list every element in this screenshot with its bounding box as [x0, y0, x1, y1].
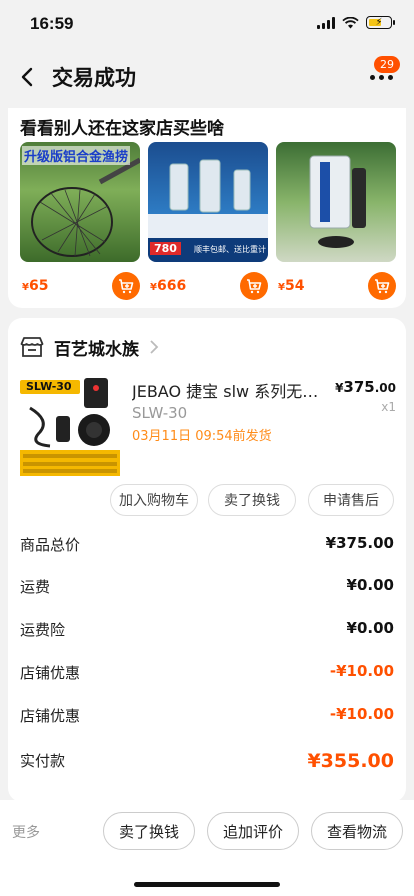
add-to-cart-button[interactable] [368, 272, 396, 300]
more-link[interactable]: 更多 [12, 822, 40, 842]
home-indicator[interactable] [134, 882, 280, 887]
cart-icon [247, 279, 262, 294]
summary-value: -¥10.00 [329, 662, 394, 680]
summary-row-shipping-insurance: 运费险 ¥0.00 [20, 619, 394, 643]
nav-bar: 交易成功 29 [0, 48, 414, 106]
recommend-item[interactable]: 780 顺丰包邮、送比重计 ¥666 [148, 142, 268, 302]
recommend-item[interactable]: ¥54 [276, 142, 396, 302]
resell-button[interactable]: 卖了换钱 [103, 812, 195, 850]
summary-label: 运费险 [20, 621, 66, 639]
product-price: ¥375.00 [335, 378, 396, 396]
add-to-cart-pill-button[interactable]: 加入购物车 [110, 484, 198, 516]
price-tag-text: 780 [150, 242, 181, 255]
summary-row-shop-discount: 店铺优惠 -¥10.00 [20, 662, 394, 686]
summary-label: 运费 [20, 578, 51, 596]
summary-label: 店铺优惠 [20, 664, 81, 682]
product-image-uv-lamp[interactable] [276, 142, 396, 262]
summary-row-shipping: 运费 ¥0.00 [20, 576, 394, 600]
message-count-badge: 29 [374, 56, 400, 73]
summary-value: -¥10.00 [329, 705, 394, 723]
summary-value: ¥375.00 [325, 534, 394, 552]
product-sku: SLW-30 [132, 404, 188, 422]
order-card: 百艺城水族 SLW-30 JEBAO 捷宝 slw 系列无线造浪泵 ¥375.0… [8, 318, 406, 802]
recommend-card: 看看别人还在这家店买些啥 升级版铝合金渔捞 ¥65 780 顺丰包邮、送比重计 … [8, 108, 406, 308]
status-time: 16:59 [30, 14, 74, 33]
recommend-price: ¥54 [278, 278, 305, 294]
promo-tag-text: 顺丰包邮、送比重计 [194, 245, 266, 254]
cart-icon [375, 279, 390, 294]
summary-value: ¥0.00 [346, 576, 394, 594]
more-options-button[interactable] [370, 72, 396, 82]
shop-header[interactable]: 百艺城水族 [20, 332, 159, 362]
image-overlay-text: 升级版铝合金渔捞 [22, 146, 131, 165]
recommend-price: ¥65 [22, 278, 49, 294]
after-sale-pill-button[interactable]: 申请售后 [308, 484, 394, 516]
shop-name[interactable]: 百艺城水族 [54, 335, 139, 360]
product-image-fishing-net[interactable]: 升级版铝合金渔捞 [20, 142, 140, 262]
product-image-label: SLW-30 [26, 380, 72, 393]
recommend-item[interactable]: 升级版铝合金渔捞 ¥65 [20, 142, 140, 302]
wifi-icon [342, 16, 359, 28]
summary-label: 实付款 [20, 752, 66, 770]
product-image[interactable]: SLW-30 [20, 376, 120, 476]
add-to-cart-button[interactable] [112, 272, 140, 300]
add-review-button[interactable]: 追加评价 [207, 812, 299, 850]
shop-icon [20, 337, 44, 357]
product-title[interactable]: JEBAO 捷宝 slw 系列无线造浪泵 [132, 378, 332, 402]
summary-value: ¥0.00 [346, 619, 394, 637]
recommend-price: ¥666 [150, 278, 187, 294]
recommend-title: 看看别人还在这家店买些啥 [20, 119, 224, 139]
summary-label: 商品总价 [20, 536, 81, 554]
product-quantity: x1 [381, 400, 396, 414]
page-title: 交易成功 [52, 66, 136, 90]
back-arrow-icon[interactable] [16, 64, 40, 90]
cart-icon [119, 279, 134, 294]
summary-value: ¥355.00 [307, 750, 394, 772]
view-logistics-button[interactable]: 查看物流 [311, 812, 403, 850]
cellular-signal-icon [317, 16, 335, 29]
summary-label: 店铺优惠 [20, 707, 81, 725]
summary-row-shop-discount: 店铺优惠 -¥10.00 [20, 705, 394, 729]
chevron-right-icon [150, 340, 159, 354]
product-image-protein-skimmer[interactable]: 780 顺丰包邮、送比重计 [148, 142, 268, 262]
summary-row-paid-total: 实付款 ¥355.00 [20, 750, 394, 778]
status-bar: 16:59 ⚡ [0, 0, 414, 48]
battery-icon: ⚡ [366, 16, 395, 29]
status-icons: ⚡ [317, 16, 395, 29]
summary-row-goods-total: 商品总价 ¥375.00 [20, 534, 394, 558]
resell-pill-button[interactable]: 卖了换钱 [208, 484, 296, 516]
shipping-note: 03月11日 09:54前发货 [132, 429, 272, 444]
add-to-cart-button[interactable] [240, 272, 268, 300]
